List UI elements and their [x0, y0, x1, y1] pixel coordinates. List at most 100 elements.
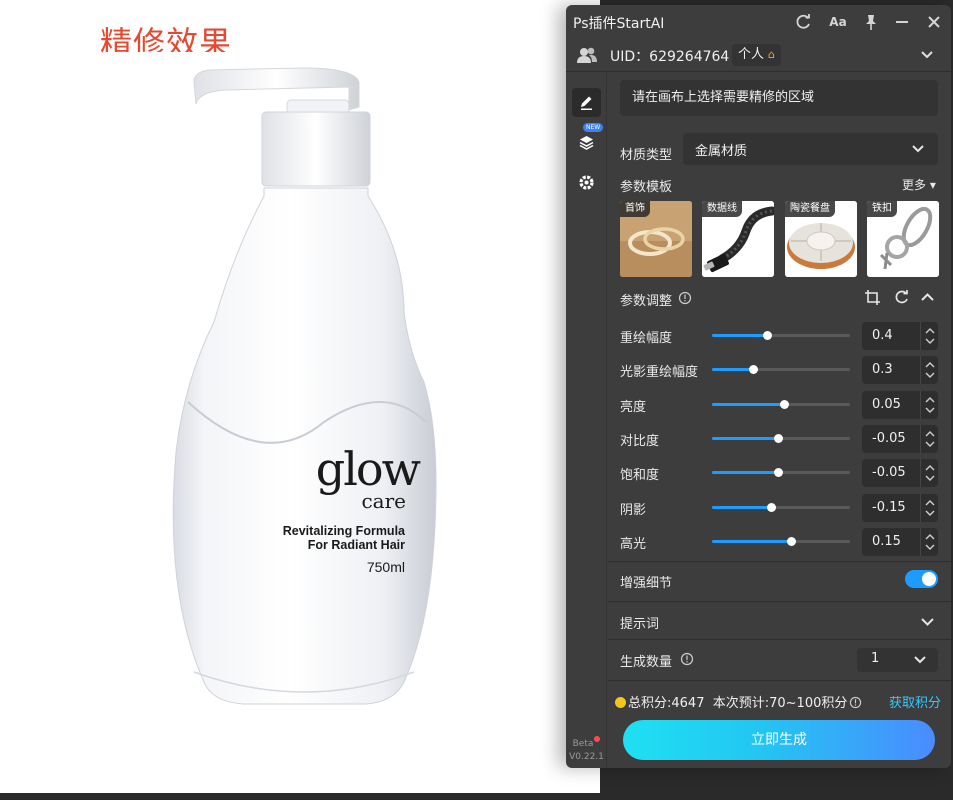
stepper-arrows-icon[interactable]: [920, 424, 938, 453]
uid-label: UID：629264764: [610, 49, 730, 65]
slider-knob[interactable]: [787, 536, 797, 546]
number-input[interactable]: 0.05: [862, 390, 938, 419]
generate-button[interactable]: 立即生成: [623, 720, 935, 760]
update-dot: [594, 736, 601, 742]
sidebar-item-layers[interactable]: [572, 128, 601, 157]
slider-fill: [712, 539, 792, 543]
slider-knob[interactable]: [766, 502, 776, 512]
reset-icon[interactable]: [893, 289, 910, 310]
slider-fill: [712, 471, 778, 475]
product-brand-sub: care: [361, 489, 406, 513]
product-line-2: For Radiant Hair: [307, 538, 405, 552]
pin-icon[interactable]: [861, 12, 881, 32]
slider-track[interactable]: [712, 468, 850, 478]
material-label: 材质类型: [620, 148, 673, 163]
template-cable-label: 数据线: [702, 201, 742, 217]
stepper-arrows-icon[interactable]: [920, 322, 938, 350]
points-summary: 总积分:4647 本次预计:70~100积分: [615, 692, 862, 711]
number-input-value: -0.05: [872, 465, 906, 481]
users-icon: [576, 44, 598, 70]
crop-icon[interactable]: [864, 289, 881, 310]
slider-row: 亮度 0.05: [620, 390, 938, 419]
number-input[interactable]: 0.15: [862, 527, 938, 556]
account-type-badge[interactable]: 个人 ⌂: [732, 44, 781, 66]
pen-icon: [581, 96, 592, 110]
slider-label: 光影重绘幅度: [620, 365, 699, 381]
slider-track[interactable]: [712, 331, 850, 340]
template-cable[interactable]: 数据线: [702, 201, 774, 277]
gear-icon: [579, 175, 594, 190]
chevron-down-icon: [912, 145, 924, 153]
slider-fill: [712, 368, 754, 372]
chevron-down-icon: [914, 656, 926, 664]
version-label: V0.22.1: [569, 752, 604, 762]
slider-knob[interactable]: [773, 468, 783, 478]
canvas-bottom-bar: [0, 793, 600, 800]
selection-hint: 请在画布上选择需要精修的区域: [620, 80, 938, 116]
font-size-button[interactable]: Aa: [828, 12, 848, 32]
close-icon[interactable]: [924, 12, 944, 32]
slider-knob[interactable]: [773, 433, 783, 443]
minimize-icon[interactable]: [892, 12, 912, 32]
number-input[interactable]: -0.05: [862, 424, 938, 453]
slider-track[interactable]: [712, 536, 850, 546]
account-type-label: 个人: [738, 47, 765, 62]
template-buckle[interactable]: 铁扣: [867, 201, 939, 277]
gen-count-value: 1: [871, 651, 880, 666]
number-input-value: 0.3: [872, 362, 893, 378]
refresh-icon[interactable]: [794, 12, 814, 32]
panel-content: 请在画布上选择需要精修的区域 材质类型 金属材质 参数模板 更多 ▾ 首饰 数据…: [608, 72, 951, 768]
stepper-arrows-icon[interactable]: [920, 493, 938, 522]
slider-fill: [712, 436, 778, 440]
shop-icon: ⌂: [768, 48, 775, 61]
slider-label: 阴影: [620, 502, 647, 518]
slider-track[interactable]: [712, 399, 850, 409]
divider: [608, 680, 951, 681]
slider-knob[interactable]: [749, 365, 759, 375]
prompt-expand-chevron-icon[interactable]: [919, 613, 936, 634]
total-points: 总积分:4647: [628, 696, 705, 711]
get-points-link[interactable]: 获取积分: [889, 692, 941, 711]
template-buckle-label: 铁扣: [867, 201, 897, 217]
template-rings[interactable]: 首饰: [620, 201, 692, 277]
adjust-label: 参数调整: [620, 294, 673, 309]
slider-track[interactable]: [712, 365, 850, 375]
panel-titlebar[interactable]: Ps插件StartAI Aa: [566, 5, 951, 38]
app-title: Ps插件StartAI: [573, 16, 665, 32]
number-input[interactable]: -0.15: [862, 493, 938, 522]
template-label: 参数模板: [620, 180, 673, 195]
slider-track[interactable]: [712, 502, 850, 512]
estimated-points: 本次预计:70~100积分: [712, 696, 848, 711]
slider-label: 饱和度: [620, 468, 660, 484]
info-icon[interactable]: [849, 696, 862, 709]
stepper-arrows-icon[interactable]: [920, 356, 938, 385]
chevron-down-icon[interactable]: [918, 46, 936, 68]
gen-count-select[interactable]: 1: [857, 648, 938, 672]
material-select[interactable]: 金属材质: [683, 133, 938, 165]
chevron-up-icon[interactable]: [919, 289, 936, 310]
more-templates-link[interactable]: 更多 ▾: [902, 176, 936, 193]
slider-track[interactable]: [712, 433, 850, 443]
number-input[interactable]: 0.4: [862, 322, 938, 350]
slider-knob[interactable]: [780, 399, 790, 409]
number-input[interactable]: 0.3: [862, 356, 938, 385]
template-plate[interactable]: 陶瓷餐盘: [785, 201, 857, 277]
info-icon[interactable]: [678, 291, 692, 309]
divider: [608, 561, 951, 562]
more-templates-label: 更多: [902, 178, 927, 192]
enhance-detail-toggle[interactable]: [905, 570, 938, 588]
stepper-arrows-icon[interactable]: [920, 527, 938, 556]
stepper-arrows-icon[interactable]: [920, 459, 938, 488]
beta-label: Beta: [572, 739, 594, 749]
stepper-arrows-icon[interactable]: [920, 390, 938, 419]
slider-knob[interactable]: [763, 331, 773, 340]
slider-row: 高光 0.15: [620, 527, 938, 556]
sidebar-item-settings[interactable]: [572, 168, 601, 197]
number-input-value: 0.4: [872, 328, 893, 343]
info-icon[interactable]: [680, 652, 694, 670]
product-brand: glow: [315, 442, 421, 496]
number-input-value: -0.05: [872, 430, 906, 446]
number-input[interactable]: -0.05: [862, 459, 938, 488]
sidebar-item-retouch[interactable]: [572, 88, 601, 117]
slider-row: 饱和度 -0.05: [620, 459, 938, 488]
